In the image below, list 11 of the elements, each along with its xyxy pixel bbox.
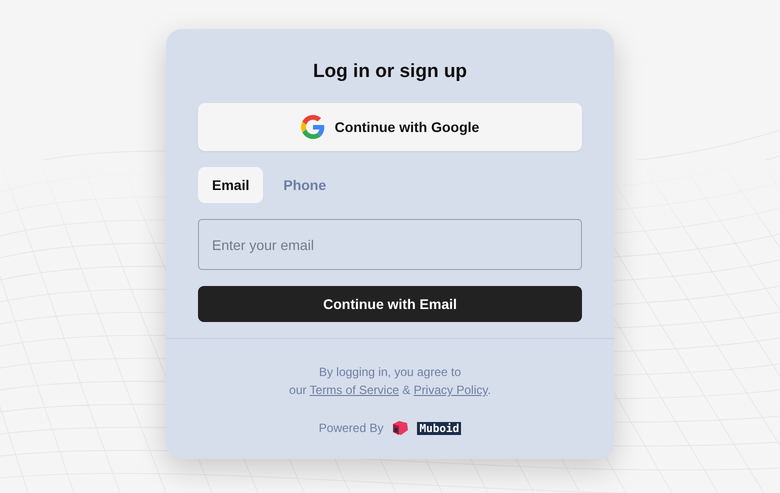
consent-text: By logging in, you agree to [318, 364, 462, 381]
powered-by-label: Powered By [318, 420, 384, 437]
consent-text: our Terms of Service & Privacy Policy. [289, 382, 491, 399]
continue-email-button[interactable]: Continue with Email [198, 286, 582, 322]
tab[interactable]: Email [198, 167, 264, 203]
brand-logo: Muboid [417, 422, 462, 434]
email-field[interactable]: Enter your email [198, 219, 582, 270]
cube-icon [391, 420, 410, 436]
google-button[interactable]: Continue with Google [198, 103, 582, 151]
dialog-title: Log in or sign up [312, 61, 468, 83]
google-icon [300, 115, 325, 139]
